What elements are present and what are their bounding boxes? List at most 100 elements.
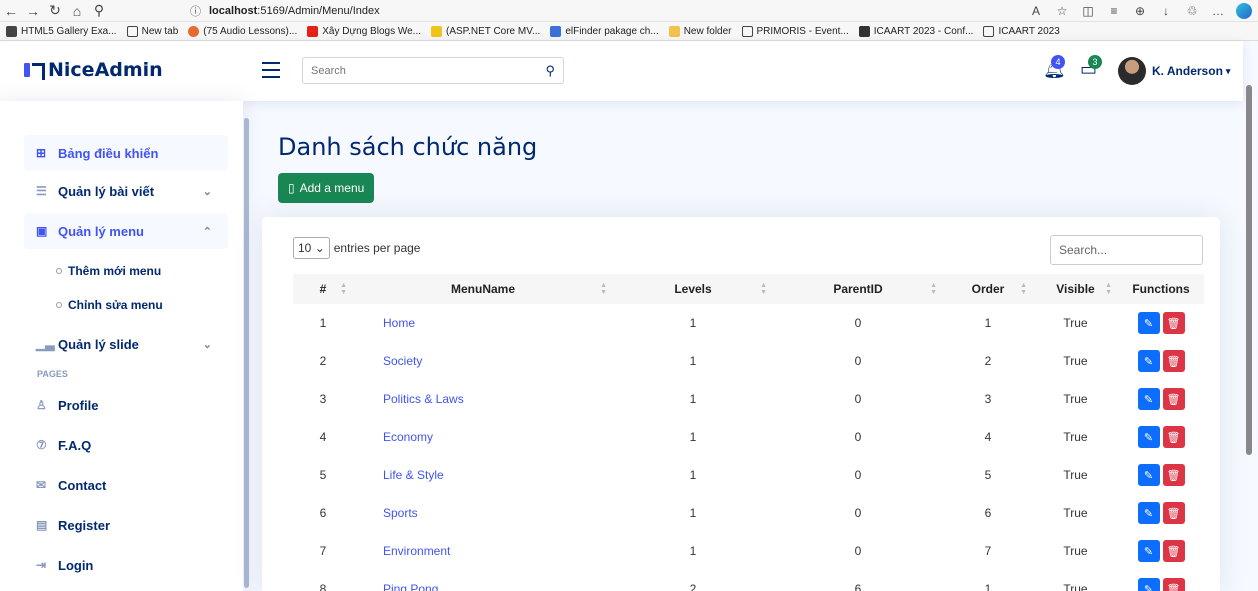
column-header-index[interactable]: # ▲ ▼ [293,274,353,304]
table-search-input[interactable]: Search... [1050,235,1203,265]
cell-parentid: 0 [854,430,862,444]
more-icon[interactable]: … [1210,4,1226,18]
cell-functions: ✎ 🗑︎ [1118,570,1204,591]
edit-button[interactable]: ✎ [1137,388,1160,410]
sidebar-item-dashboard[interactable]: ⊞ Bảng điều khiển [24,135,228,171]
home-icon[interactable]: ⌂ [66,0,88,22]
column-header-parentid[interactable]: ParentID ▲ ▼ [773,274,943,304]
favorites-icon[interactable]: ≡ [1106,4,1122,18]
edit-button[interactable]: ✎ [1137,578,1160,591]
cell-visible: True [1063,392,1088,406]
menu-button-icon: ☰ [36,184,47,198]
sidebar-subitem-add-menu[interactable]: Thêm mới menu [56,264,161,278]
column-header-levels[interactable]: Levels ▲ ▼ [613,274,773,304]
address-bar[interactable]: ⓘ localhost :5169/Admin/Menu/Index [190,2,1010,20]
search-icon[interactable]: ⚲ [545,63,555,79]
toggle-sidebar-icon[interactable] [262,62,280,78]
bookmark-item[interactable]: ICAART 2023 - Conf... [858,25,973,37]
logo[interactable]: NiceAdmin [24,59,163,81]
read-aloud-icon[interactable]: A [1028,4,1044,18]
bookmark-item[interactable]: PRIMORIS - Event... [741,25,849,37]
sidebar-item-posts[interactable]: ☰ Quản lý bài viết ⌄ [24,173,228,209]
split-screen-icon[interactable]: ◫ [1080,4,1096,18]
downloads-icon[interactable]: ↓ [1158,4,1174,18]
edit-button[interactable]: ✎ [1137,312,1160,334]
sidebar-item-contact[interactable]: ✉ Contact [24,467,228,503]
extensions-icon[interactable]: ♲ [1184,4,1200,18]
cell-functions: ✎ 🗑︎ [1118,304,1204,342]
journal-icon: ▣ [36,224,48,238]
sidebar-item-slides[interactable]: ▁▃ Quản lý slide ⌄ [24,326,228,362]
search-tab-icon[interactable]: ⚲ [88,0,110,22]
bookmark-item[interactable]: HTML5 Gallery Exa... [6,25,117,37]
cell-functions: ✎ 🗑︎ [1118,532,1204,570]
bookmark-item[interactable]: New tab [126,25,178,37]
cell-order: 7 [984,544,992,558]
delete-button[interactable]: 🗑︎ [1162,578,1185,591]
bookmark-item[interactable]: New folder [668,25,732,37]
cell-menuname[interactable]: Sports [353,494,613,532]
table-row: 1 Home 1 0 1 True ✎ 🗑︎ [293,304,1204,342]
bookmark-item[interactable]: (75 Audio Lessons)... [188,25,297,37]
table-row: 7 Environment 1 0 7 True ✎ 🗑︎ [293,532,1204,570]
cell-menuname[interactable]: Environment [353,532,613,570]
header-search[interactable]: ⚲ [302,57,564,84]
delete-button[interactable]: 🗑︎ [1162,464,1185,486]
box-arrow-in-right-icon: ⇥ [36,558,47,572]
sidebar-item-login[interactable]: ⇥ Login [24,547,228,583]
edit-button[interactable]: ✎ [1137,426,1160,448]
cell-order: 3 [984,392,992,406]
cell-functions: ✎ 🗑︎ [1118,380,1204,418]
cell-index: 5 [319,468,327,482]
page-scrollbar[interactable] [1246,85,1252,455]
bookmark-item[interactable]: ICAART 2023 [983,25,1060,37]
delete-button[interactable]: 🗑︎ [1162,312,1185,334]
cell-parentid: 0 [854,392,862,406]
edit-button[interactable]: ✎ [1137,502,1160,524]
cell-menuname[interactable]: Home [353,304,613,342]
back-icon[interactable]: ← [0,0,22,22]
column-header-menuname[interactable]: MenuName ▲ ▼ [353,274,613,304]
bell-icon[interactable]: 🔔︎ 4 [1043,55,1066,80]
add-menu-button[interactable]: ▯ Add a menu [278,173,375,203]
forward-icon[interactable]: → [22,0,44,22]
cell-menuname[interactable]: Society [353,342,613,380]
cell-levels: 1 [689,544,697,558]
entries-select[interactable]: 10 ⌄ [293,237,330,259]
favorite-star-icon[interactable]: ☆ [1054,4,1070,18]
delete-button[interactable]: 🗑︎ [1162,502,1185,524]
sidebar-item-faq[interactable]: ⑦ F.A.Q [24,427,228,463]
column-header-order[interactable]: Order ▲ ▼ [943,274,1033,304]
delete-button[interactable]: 🗑︎ [1162,350,1185,372]
cell-menuname[interactable]: Life & Style [353,456,613,494]
delete-button[interactable]: 🗑︎ [1162,388,1185,410]
delete-button[interactable]: 🗑︎ [1162,426,1185,448]
sidebar-item-menu[interactable]: ▣ Quản lý menu ⌃ [24,213,228,249]
sidebar-scrollbar[interactable] [244,118,249,588]
bookmark-item[interactable]: (ASP.NET Core MV... [431,25,540,37]
info-icon[interactable]: ⓘ [190,3,201,19]
cell-menuname[interactable]: Ping Pong [353,570,613,591]
delete-button[interactable]: 🗑︎ [1162,540,1185,562]
profile-dropdown[interactable]: K. Anderson ▾ [1118,57,1230,85]
collections-icon[interactable]: ⊕ [1132,4,1148,18]
edit-button[interactable]: ✎ [1137,540,1160,562]
bookmark-item[interactable]: elFinder pakage ch... [550,25,659,37]
cell-menuname[interactable]: Economy [353,418,613,456]
cell-levels: 1 [689,430,697,444]
bar-chart-icon: ▁▃ [36,337,55,351]
column-header-visible[interactable]: Visible ▲ ▼ [1033,274,1118,304]
sidebar-subitem-edit-menu[interactable]: Chỉnh sửa menu [56,298,163,312]
sidebar-item-register[interactable]: ▤ Register [24,507,228,543]
chat-icon[interactable]: ▭ 3 [1080,55,1102,80]
nav-heading: PAGES [37,369,68,379]
refresh-icon[interactable]: ↻ [44,0,66,22]
sort-icon: ▲ ▼ [1020,282,1027,296]
copilot-icon[interactable] [1236,3,1252,19]
search-input[interactable] [311,64,531,77]
edit-button[interactable]: ✎ [1137,350,1160,372]
cell-menuname[interactable]: Politics & Laws [353,380,613,418]
edit-button[interactable]: ✎ [1137,464,1160,486]
sidebar-item-profile[interactable]: ♙ Profile [24,387,228,423]
bookmark-item[interactable]: Xây Dựng Blogs We... [307,25,421,37]
